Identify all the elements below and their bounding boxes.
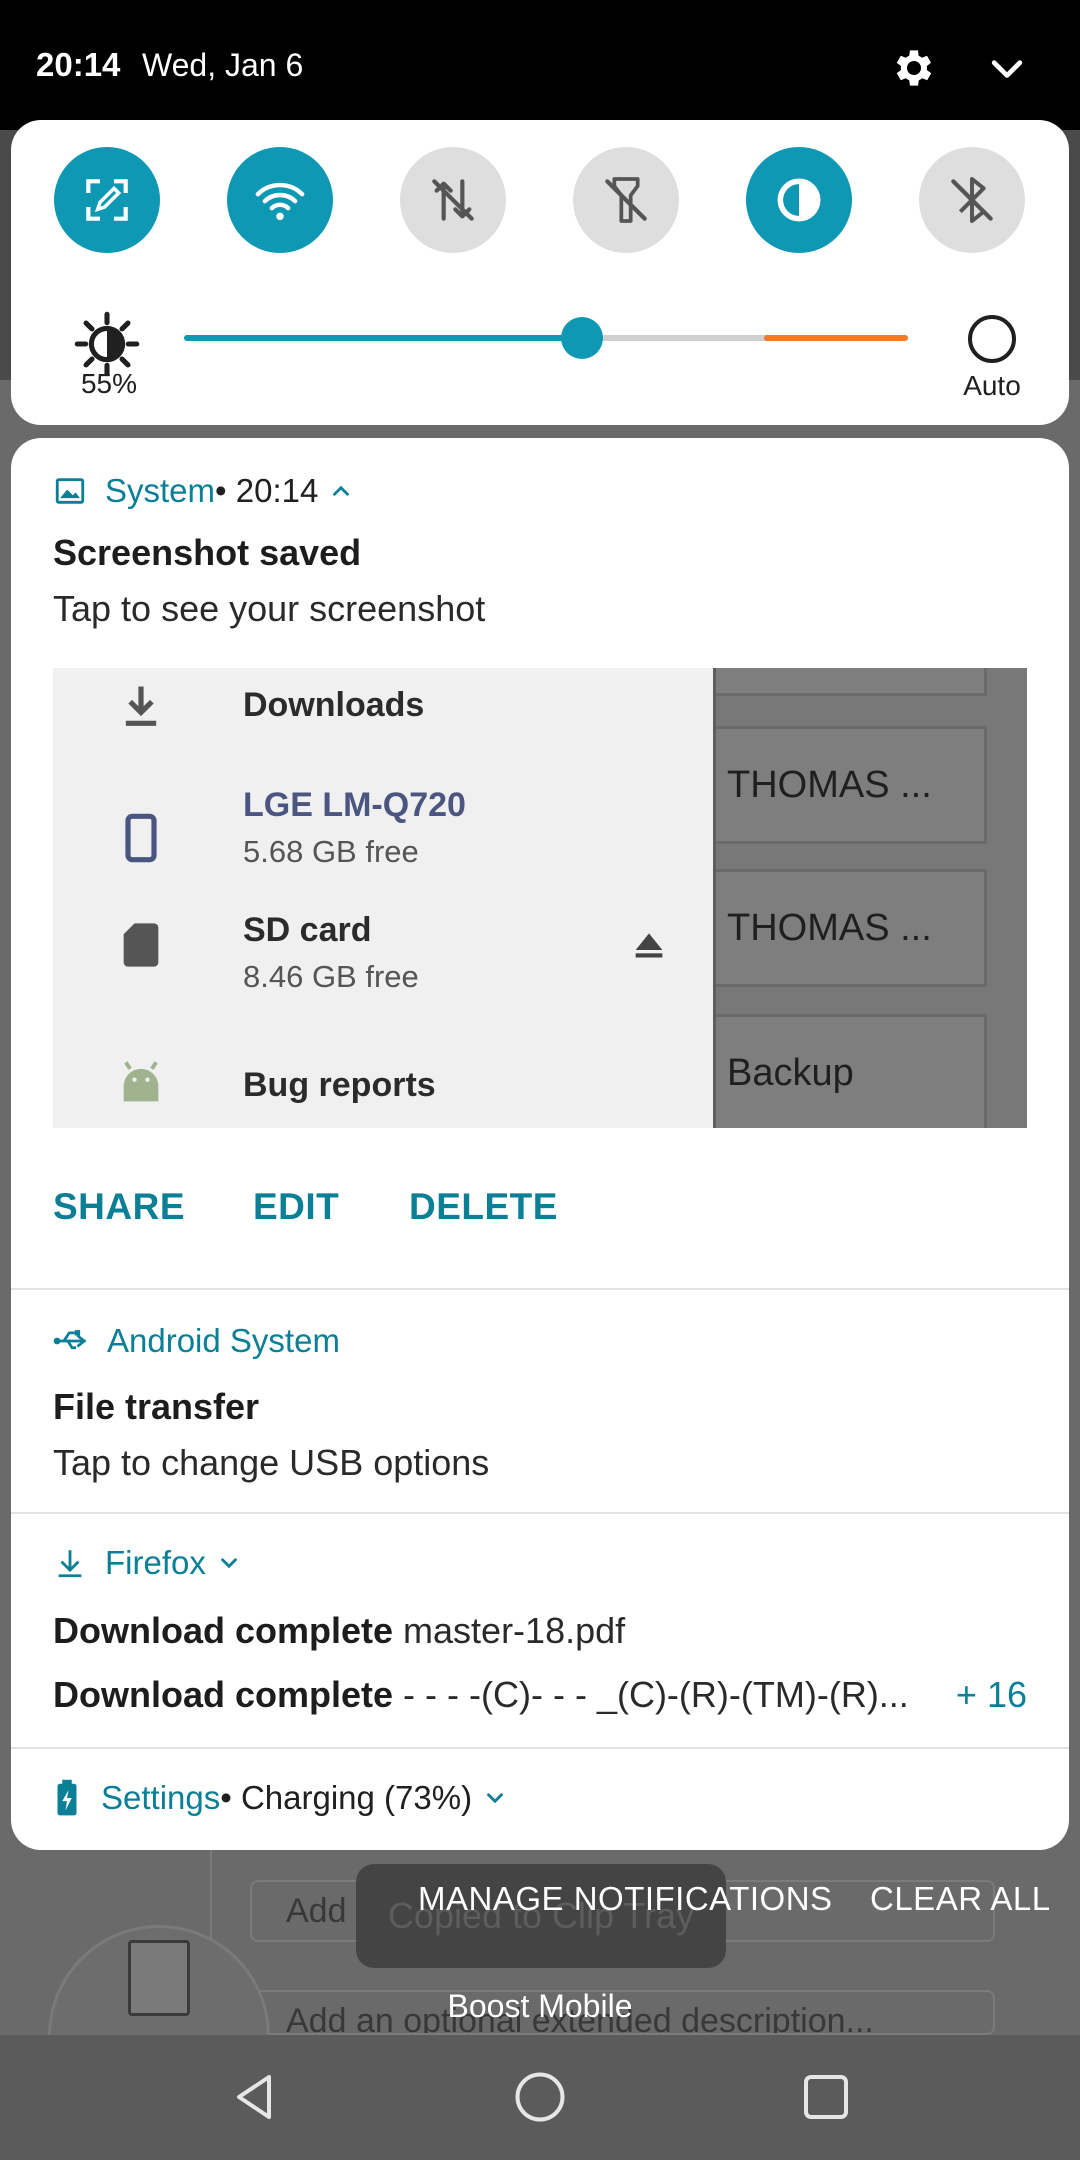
battery-charging-icon	[57, 1779, 77, 1816]
download-status: Download complete	[53, 1610, 394, 1651]
preview-item-sd-card: SD card 8.46 GB free	[53, 911, 713, 1041]
chevron-down-icon[interactable]	[216, 1550, 242, 1576]
flashlight-off-icon	[605, 177, 647, 223]
usb-icon	[53, 1330, 87, 1350]
carrier-label: Boost Mobile	[447, 1988, 633, 2024]
preview-card: Backup	[715, 1014, 987, 1128]
screenshot-preview[interactable]: THOMAS ... THOMAS ... Backup Downloads L…	[53, 668, 1027, 1128]
quick-settings-panel: 55% Auto	[11, 120, 1069, 425]
android-icon	[123, 1061, 159, 1102]
brightness-slider-thumb[interactable]	[561, 317, 604, 359]
preview-item-subtitle: 5.68 GB free	[243, 834, 419, 869]
chevron-up-icon[interactable]	[328, 478, 354, 504]
notification-text: Tap to see your screenshot	[53, 588, 486, 629]
download-status: Download complete	[53, 1674, 394, 1715]
app-name: Firefox	[105, 1544, 206, 1581]
download-line: Download complete master-18.pdf	[53, 1610, 625, 1652]
notification-header: Settings • Charging (73%)	[53, 1779, 508, 1817]
share-button[interactable]: SHARE	[53, 1186, 185, 1228]
preview-item-device: LGE LM-Q720 5.68 GB free	[53, 778, 713, 908]
home-icon[interactable]	[510, 2067, 570, 2127]
brightness-slider[interactable]	[184, 317, 908, 359]
image-icon	[55, 478, 85, 504]
phone-icon	[125, 813, 157, 863]
flashlight-tile[interactable]	[573, 147, 679, 253]
notification-header: Firefox	[53, 1544, 242, 1582]
preview-card: THOMAS ...	[715, 869, 987, 987]
download-line: Download complete - - - -(C)- - - _(C)-(…	[53, 1674, 909, 1716]
brightness-high-zone	[764, 335, 908, 341]
preview-card-top	[715, 668, 987, 696]
charging-status: • Charging (73%)	[220, 1779, 473, 1816]
screenshot-notification[interactable]: System • 20:14 Screenshot saved Tap to s…	[11, 438, 1069, 1290]
screen-capture-icon	[86, 179, 128, 221]
notification-header: System • 20:14	[53, 472, 354, 510]
preview-drawer-edge	[713, 668, 716, 1128]
wifi-icon	[255, 182, 305, 221]
settings-gear-icon[interactable]	[890, 44, 938, 92]
bluetooth-tile[interactable]	[919, 147, 1025, 253]
chevron-down-icon[interactable]	[482, 1785, 508, 1811]
status-date: Wed, Jan 6	[142, 47, 304, 83]
wifi-tile[interactable]	[227, 147, 333, 253]
eject-icon	[635, 933, 663, 958]
notifications-panel: System • 20:14 Screenshot saved Tap to s…	[11, 438, 1069, 1850]
back-icon[interactable]	[224, 2067, 284, 2127]
more-downloads-count: + 16	[955, 1674, 1027, 1715]
preview-card: THOMAS ...	[715, 726, 987, 844]
brightness-slider-fill	[184, 335, 583, 341]
preview-item-title: Downloads	[243, 686, 425, 724]
download-file: master-18.pdf	[393, 1610, 626, 1651]
sd-card-icon	[123, 923, 159, 967]
notification-title: Screenshot saved	[53, 532, 362, 573]
clear-all-button[interactable]: CLEAR ALL	[870, 1880, 1051, 1918]
download-file: - - - -(C)- - - _(C)-(R)-(TM)-(R)...	[393, 1674, 909, 1715]
data-saver-tile[interactable]	[746, 147, 852, 253]
mobile-data-tile[interactable]	[400, 147, 506, 253]
status-time: 20:14	[36, 46, 121, 83]
mobile-data-off-icon	[432, 179, 474, 221]
manage-notifications-button[interactable]: MANAGE NOTIFICATIONS	[418, 1880, 833, 1918]
charging-notification[interactable]: Settings • Charging (73%)	[11, 1749, 1069, 1849]
notification-title: File transfer	[53, 1386, 260, 1427]
status-bar: 20:14 Wed, Jan 6	[0, 0, 1080, 130]
preview-item-title: Bug reports	[243, 1066, 436, 1104]
app-name: System	[105, 472, 216, 509]
download-icon	[125, 686, 157, 726]
data-saver-icon	[777, 178, 821, 222]
navigation-bar	[0, 2035, 1080, 2160]
auto-brightness-toggle[interactable]	[968, 315, 1016, 363]
collapse-chevron-icon[interactable]	[985, 48, 1029, 92]
preview-item-bug-reports: Bug reports	[53, 1058, 713, 1128]
brightness-percent: 55%	[80, 368, 138, 399]
app-name: Android System	[107, 1322, 340, 1359]
notification-time: • 20:14	[215, 472, 319, 509]
download-icon	[58, 1550, 82, 1578]
delete-button[interactable]: DELETE	[409, 1186, 558, 1228]
app-name: Settings	[101, 1779, 221, 1816]
auto-brightness-label: Auto	[963, 370, 1021, 401]
preview-item-title: LGE LM-Q720	[243, 786, 466, 824]
firefox-notification[interactable]: Firefox Download complete master-18.pdf …	[11, 1514, 1069, 1749]
notification-header: Android System	[53, 1322, 340, 1360]
preview-item-title: SD card	[243, 911, 372, 949]
notification-text: Tap to change USB options	[53, 1442, 490, 1483]
edit-button[interactable]: EDIT	[253, 1186, 339, 1228]
recents-icon[interactable]	[796, 2067, 856, 2127]
bluetooth-off-icon	[951, 177, 993, 223]
usb-notification[interactable]: Android System File transfer Tap to chan…	[11, 1290, 1069, 1514]
preview-item-subtitle: 8.46 GB free	[243, 959, 419, 994]
screen-capture-tile[interactable]	[54, 147, 160, 253]
